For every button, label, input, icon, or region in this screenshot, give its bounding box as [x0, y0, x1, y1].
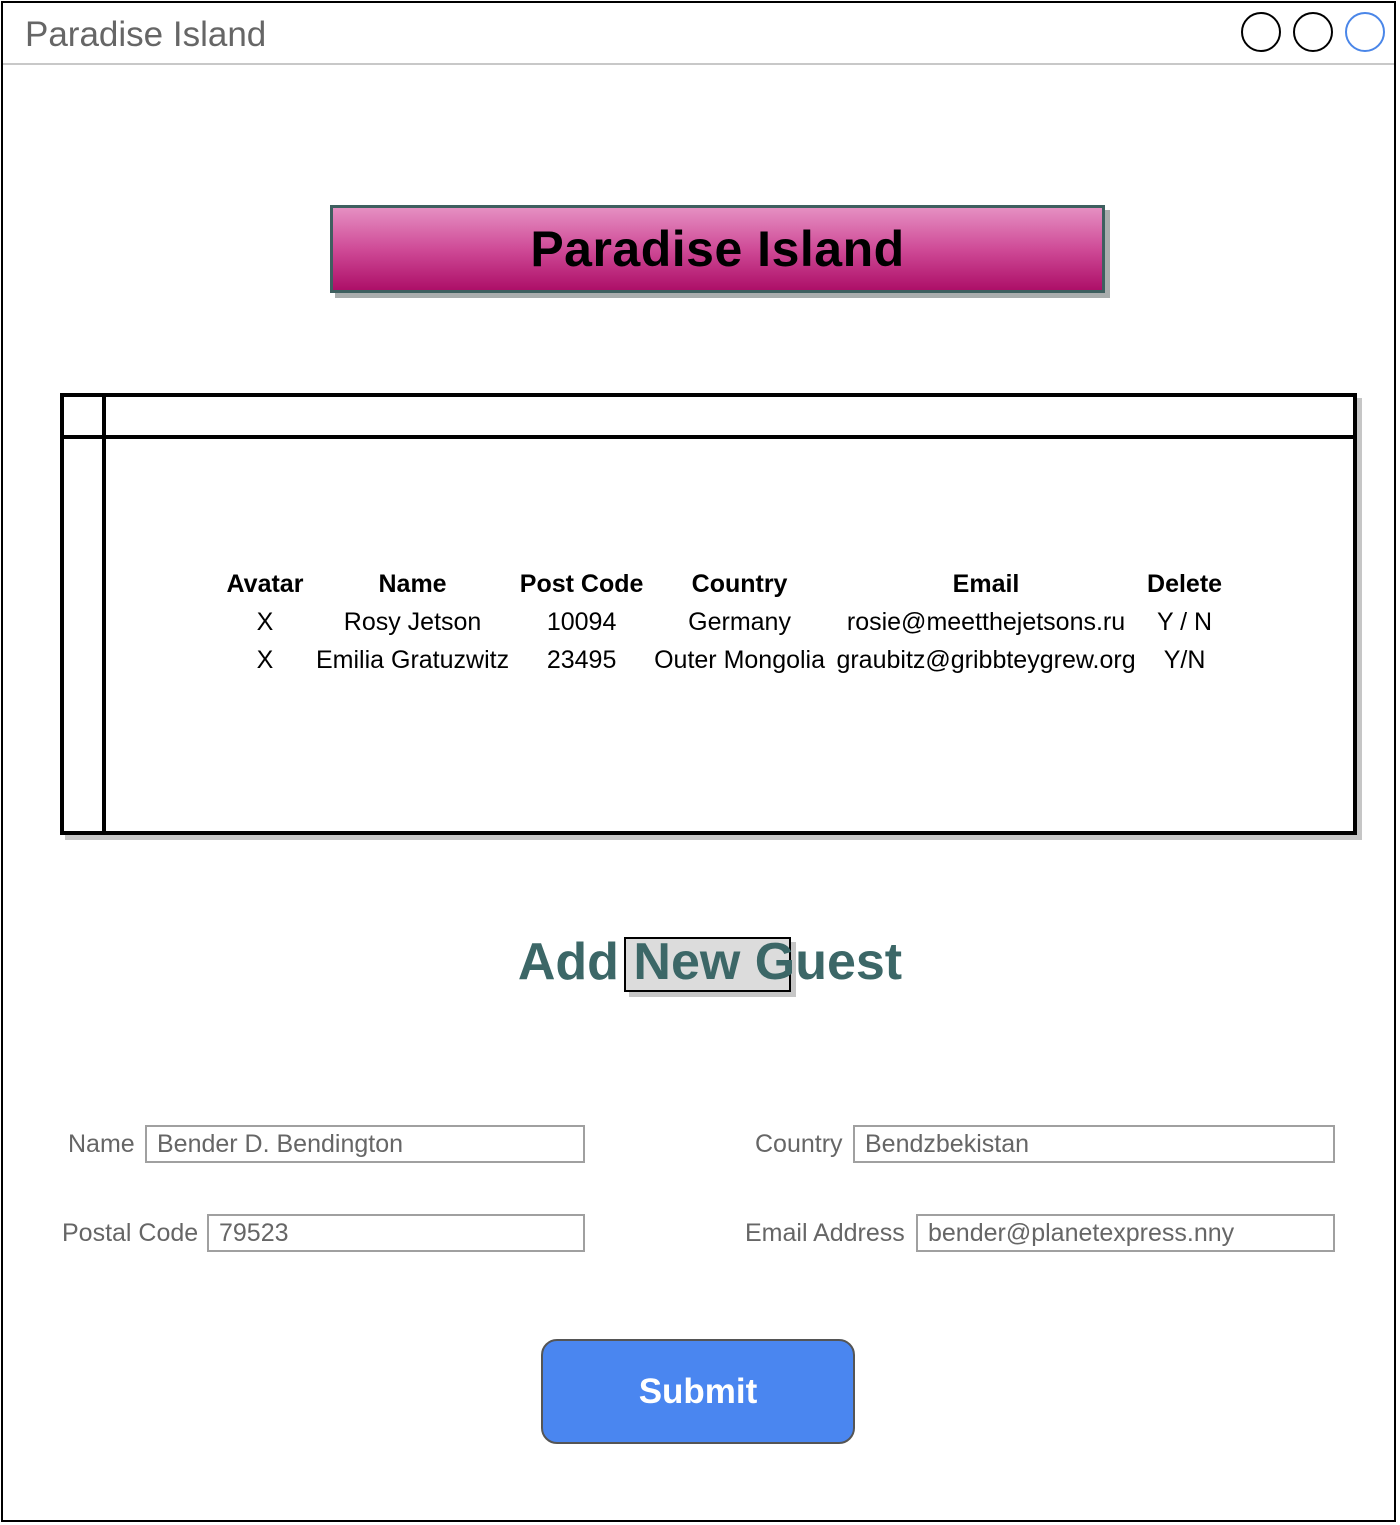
column-header-name: Name: [378, 569, 447, 598]
email-address-label: Email Address: [745, 1219, 905, 1247]
email-cell: rosie@meetthejetsons.ru: [846, 607, 1126, 636]
submit-button[interactable]: Submit: [541, 1339, 855, 1444]
page-banner: Paradise Island: [330, 205, 1105, 293]
email-address-input[interactable]: [916, 1214, 1335, 1252]
column-header-delete: Delete: [1147, 569, 1223, 598]
window-title: Paradise Island: [25, 15, 267, 54]
delete-toggle[interactable]: Y / N: [1147, 603, 1222, 641]
postal-code-label: Postal Code: [62, 1219, 199, 1247]
guest-table: Avatar Name Post Code Country Email Dele…: [214, 565, 1223, 679]
add-guest-heading: Add New Guest: [517, 933, 903, 991]
column-header-avatar: Avatar: [226, 569, 304, 598]
guest-table-panel: Avatar Name Post Code Country Email Dele…: [60, 393, 1357, 835]
title-bar: Paradise Island: [3, 3, 1394, 65]
country-label: Country: [755, 1130, 843, 1158]
postal-code-input[interactable]: [207, 1214, 585, 1252]
table-row: X Emilia Gratuzwitz 23495 Outer Mongolia…: [214, 641, 1222, 679]
country-input[interactable]: [853, 1125, 1335, 1163]
name-label: Name: [68, 1130, 135, 1158]
email-cell: graubitz@gribbteygrew.org: [836, 645, 1136, 674]
table-header-row: Avatar Name Post Code Country Email Dele…: [214, 565, 1223, 603]
panel-side-divider: [102, 397, 106, 831]
minimize-button[interactable]: [1241, 12, 1281, 52]
panel-header-divider: [64, 435, 1353, 439]
restore-button[interactable]: [1293, 12, 1333, 52]
name-input[interactable]: [145, 1125, 585, 1163]
country-cell: Outer Mongolia: [654, 645, 826, 674]
name-cell: Emilia Gratuzwitz: [316, 645, 510, 674]
avatar-cell[interactable]: X: [214, 603, 316, 641]
post-code-cell: 10094: [546, 607, 617, 636]
column-header-email: Email: [952, 569, 1020, 598]
page-title: Paradise Island: [530, 221, 905, 277]
column-header-post-code: Post Code: [519, 569, 644, 598]
table-row: X Rosy Jetson 10094 Germany rosie@meetth…: [214, 603, 1222, 641]
country-cell: Germany: [688, 607, 791, 636]
post-code-cell: 23495: [546, 645, 617, 674]
column-header-country: Country: [691, 569, 788, 598]
name-cell: Rosy Jetson: [343, 607, 482, 636]
delete-toggle[interactable]: Y/N: [1147, 641, 1222, 679]
close-button[interactable]: [1345, 12, 1385, 52]
avatar-cell[interactable]: X: [214, 641, 316, 679]
